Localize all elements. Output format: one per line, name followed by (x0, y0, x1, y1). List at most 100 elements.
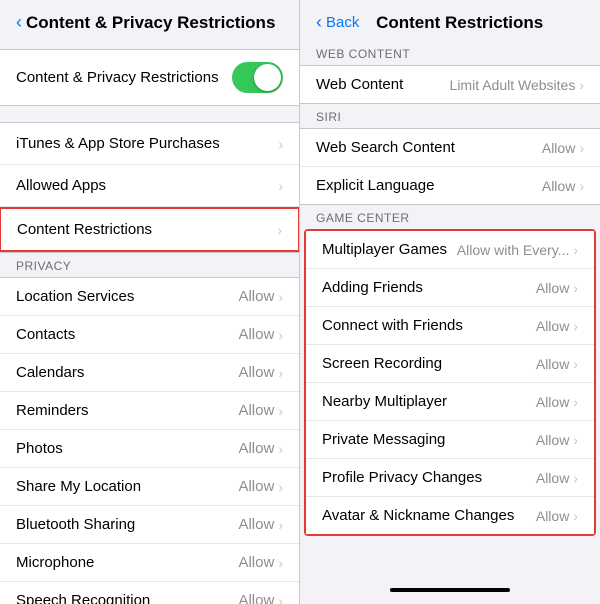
right-menu-item-connect-friends-label: Connect with Friends (322, 317, 463, 334)
home-indicator (390, 588, 510, 592)
privacy-item-contacts-value: Allow (238, 326, 274, 343)
chevron-icon: › (278, 517, 283, 533)
right-menu-item-screen-recording-label: Screen Recording (322, 355, 442, 372)
right-profile-privacy-right: Allow › (536, 470, 578, 486)
chevron-icon: › (573, 394, 578, 410)
right-menu-item-adding-friends[interactable]: Adding Friends Allow › (306, 269, 594, 307)
right-menu-item-avatar-label: Avatar & Nickname Changes (322, 507, 514, 524)
chevron-icon: › (278, 289, 283, 305)
left-panel: ‹ Content & Privacy Restrictions Content… (0, 0, 300, 604)
privacy-item-share-location[interactable]: Share My Location Allow › (0, 468, 299, 506)
right-menu-item-multiplayer[interactable]: Multiplayer Games Allow with Every... › (306, 231, 594, 269)
right-private-messaging-right: Allow › (536, 432, 578, 448)
toggle-label: Content & Privacy Restrictions (16, 69, 219, 86)
right-adding-friends-right: Allow › (536, 280, 578, 296)
chevron-icon: › (278, 479, 283, 495)
right-menu-item-nearby-multiplayer-label: Nearby Multiplayer (322, 393, 447, 410)
chevron-icon: › (573, 356, 578, 372)
right-menu-item-avatar[interactable]: Avatar & Nickname Changes Allow › (306, 497, 594, 534)
right-web-content-right: Limit Adult Websites › (450, 77, 584, 93)
privacy-item-speech[interactable]: Speech Recognition Allow › (0, 582, 299, 604)
menu-item-itunes[interactable]: iTunes & App Store Purchases › (0, 123, 299, 165)
right-adding-friends-value: Allow (536, 280, 569, 296)
chevron-icon: › (573, 318, 578, 334)
menu-item-allowed-apps[interactable]: Allowed Apps › (0, 165, 299, 207)
chevron-icon: › (573, 242, 578, 258)
game-center-box: Multiplayer Games Allow with Every... › … (304, 229, 596, 536)
privacy-item-photos-right: Allow › (238, 440, 283, 457)
chevron-icon: › (278, 593, 283, 604)
chevron-icon: › (579, 77, 584, 93)
right-web-content-header: WEB CONTENT (300, 41, 600, 65)
chevron-icon: › (278, 441, 283, 457)
privacy-item-calendars-value: Allow (238, 364, 274, 381)
privacy-item-contacts-right: Allow › (238, 326, 283, 343)
chevron-icon: › (573, 470, 578, 486)
right-web-search-right: Allow › (542, 140, 584, 156)
toggle-thumb (254, 64, 281, 91)
privacy-item-bluetooth-right: Allow › (238, 516, 283, 533)
privacy-item-calendars[interactable]: Calendars Allow › (0, 354, 299, 392)
menu-item-itunes-label: iTunes & App Store Purchases (16, 135, 220, 152)
right-back-icon[interactable]: ‹ (316, 12, 322, 33)
right-menu-item-profile-privacy-label: Profile Privacy Changes (322, 469, 482, 486)
privacy-item-bluetooth-value: Allow (238, 516, 274, 533)
chevron-icon: › (278, 365, 283, 381)
right-web-content-section: Web Content Limit Adult Websites › (300, 65, 600, 104)
privacy-item-calendars-label: Calendars (16, 364, 84, 381)
right-web-content-value: Limit Adult Websites (450, 77, 576, 93)
right-profile-privacy-value: Allow (536, 470, 569, 486)
right-menu-item-connect-friends[interactable]: Connect with Friends Allow › (306, 307, 594, 345)
right-menu-item-private-messaging-label: Private Messaging (322, 431, 445, 448)
privacy-item-share-location-right: Allow › (238, 478, 283, 495)
right-nav-header: ‹ Back Content Restrictions (300, 0, 600, 41)
toggle-section: Content & Privacy Restrictions (0, 49, 299, 106)
right-avatar-value: Allow (536, 508, 569, 524)
right-panel: ‹ Back Content Restrictions WEB CONTENT … (300, 0, 600, 604)
menu-item-content-restrictions-label: Content Restrictions (17, 221, 152, 238)
privacy-item-microphone[interactable]: Microphone Allow › (0, 544, 299, 582)
privacy-item-reminders-right: Allow › (238, 402, 283, 419)
privacy-item-share-location-label: Share My Location (16, 478, 141, 495)
chevron-icon: › (277, 222, 282, 238)
menu-item-content-restrictions[interactable]: Content Restrictions › (0, 207, 300, 252)
right-screen-recording-right: Allow › (536, 356, 578, 372)
back-icon[interactable]: ‹ (16, 12, 22, 33)
privacy-item-photos[interactable]: Photos Allow › (0, 430, 299, 468)
chevron-icon: › (278, 555, 283, 571)
right-menu-item-explicit-language-label: Explicit Language (316, 177, 434, 194)
right-menu-item-web-content-label: Web Content (316, 76, 403, 93)
left-nav-title: Content & Privacy Restrictions (26, 13, 275, 33)
privacy-item-speech-right: Allow › (238, 592, 283, 604)
right-connect-friends-value: Allow (536, 318, 569, 334)
privacy-item-share-location-value: Allow (238, 478, 274, 495)
right-menu-item-private-messaging[interactable]: Private Messaging Allow › (306, 421, 594, 459)
right-explicit-language-right: Allow › (542, 178, 584, 194)
privacy-item-location-right: Allow › (238, 288, 283, 305)
right-menu-item-screen-recording[interactable]: Screen Recording Allow › (306, 345, 594, 383)
privacy-item-location[interactable]: Location Services Allow › (0, 278, 299, 316)
right-back-text[interactable]: Back (326, 14, 359, 31)
toggle-switch[interactable] (232, 62, 283, 93)
menu-item-allowed-apps-label: Allowed Apps (16, 177, 106, 194)
right-siri-header: SIRI (300, 104, 600, 128)
right-siri-section: Web Search Content Allow › Explicit Lang… (300, 128, 600, 205)
chevron-icon: › (573, 432, 578, 448)
right-menu-item-profile-privacy[interactable]: Profile Privacy Changes Allow › (306, 459, 594, 497)
right-menu-item-nearby-multiplayer[interactable]: Nearby Multiplayer Allow › (306, 383, 594, 421)
game-center-inner: Multiplayer Games Allow with Every... › … (306, 231, 594, 534)
right-menu-item-web-content[interactable]: Web Content Limit Adult Websites › (300, 66, 600, 103)
right-menu-item-web-search[interactable]: Web Search Content Allow › (300, 129, 600, 167)
right-avatar-right: Allow › (536, 508, 578, 524)
right-multiplayer-value: Allow with Every... (457, 242, 570, 258)
right-menu-item-web-search-label: Web Search Content (316, 139, 455, 156)
chevron-icon: › (573, 508, 578, 524)
privacy-item-contacts[interactable]: Contacts Allow › (0, 316, 299, 354)
chevron-icon: › (579, 140, 584, 156)
privacy-item-photos-value: Allow (238, 440, 274, 457)
privacy-item-bluetooth[interactable]: Bluetooth Sharing Allow › (0, 506, 299, 544)
right-menu-item-multiplayer-label: Multiplayer Games (322, 241, 447, 258)
right-menu-item-adding-friends-label: Adding Friends (322, 279, 423, 296)
right-menu-item-explicit-language[interactable]: Explicit Language Allow › (300, 167, 600, 204)
privacy-item-reminders[interactable]: Reminders Allow › (0, 392, 299, 430)
